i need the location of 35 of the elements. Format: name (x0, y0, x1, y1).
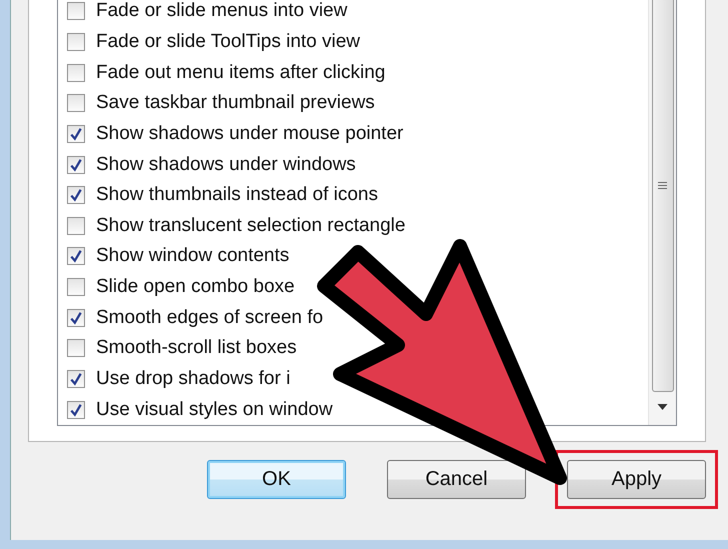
option-item[interactable]: Show window contents (58, 241, 290, 272)
checkbox[interactable] (67, 308, 85, 327)
checkbox[interactable] (67, 124, 85, 143)
scrollbar[interactable] (648, 0, 676, 425)
dialog-button[interactable]: OK (207, 460, 346, 499)
checkbox[interactable] (67, 370, 85, 388)
option-item[interactable]: Use visual styles on window (58, 394, 333, 425)
grip-icon (658, 182, 667, 189)
option-item[interactable]: Fade or slide ToolTips into view (58, 26, 360, 58)
dialog-button[interactable]: Cancel (387, 460, 526, 499)
checkbox[interactable] (67, 156, 85, 174)
scroll-thumb[interactable] (652, 0, 674, 392)
checkbox[interactable] (67, 278, 85, 296)
option-item[interactable]: Smooth-scroll list boxes (58, 333, 297, 364)
option-item[interactable]: Fade out menu items after clicking (58, 57, 386, 88)
option-item[interactable]: Fade or slide menus into view (58, 0, 348, 27)
checkbox[interactable] (67, 400, 85, 419)
option-item[interactable]: Show translucent selection rectangle (58, 210, 406, 242)
checkbox[interactable] (67, 32, 85, 51)
dialog-button[interactable]: Apply (567, 460, 706, 499)
option-item[interactable]: Save taskbar thumbnail previews (58, 88, 375, 119)
option-item[interactable]: Use drop shadows for i (58, 364, 290, 394)
checkbox[interactable] (67, 64, 85, 82)
option-item[interactable]: Show shadows under mouse pointer (58, 118, 404, 150)
checkbox[interactable] (67, 216, 85, 235)
checkbox[interactable] (67, 2, 85, 20)
checkbox[interactable] (67, 247, 85, 266)
option-item[interactable]: Show thumbnails instead of icons (58, 180, 378, 210)
option-item[interactable]: Smooth edges of screen fo (58, 302, 324, 334)
checkbox[interactable] (67, 186, 85, 204)
scroll-down-icon[interactable] (657, 404, 668, 410)
checkbox[interactable] (67, 339, 85, 358)
option-item[interactable]: Show shadows under windows (58, 149, 356, 180)
option-item[interactable]: Slide open combo boxe (58, 272, 295, 302)
checkbox[interactable] (67, 94, 85, 112)
